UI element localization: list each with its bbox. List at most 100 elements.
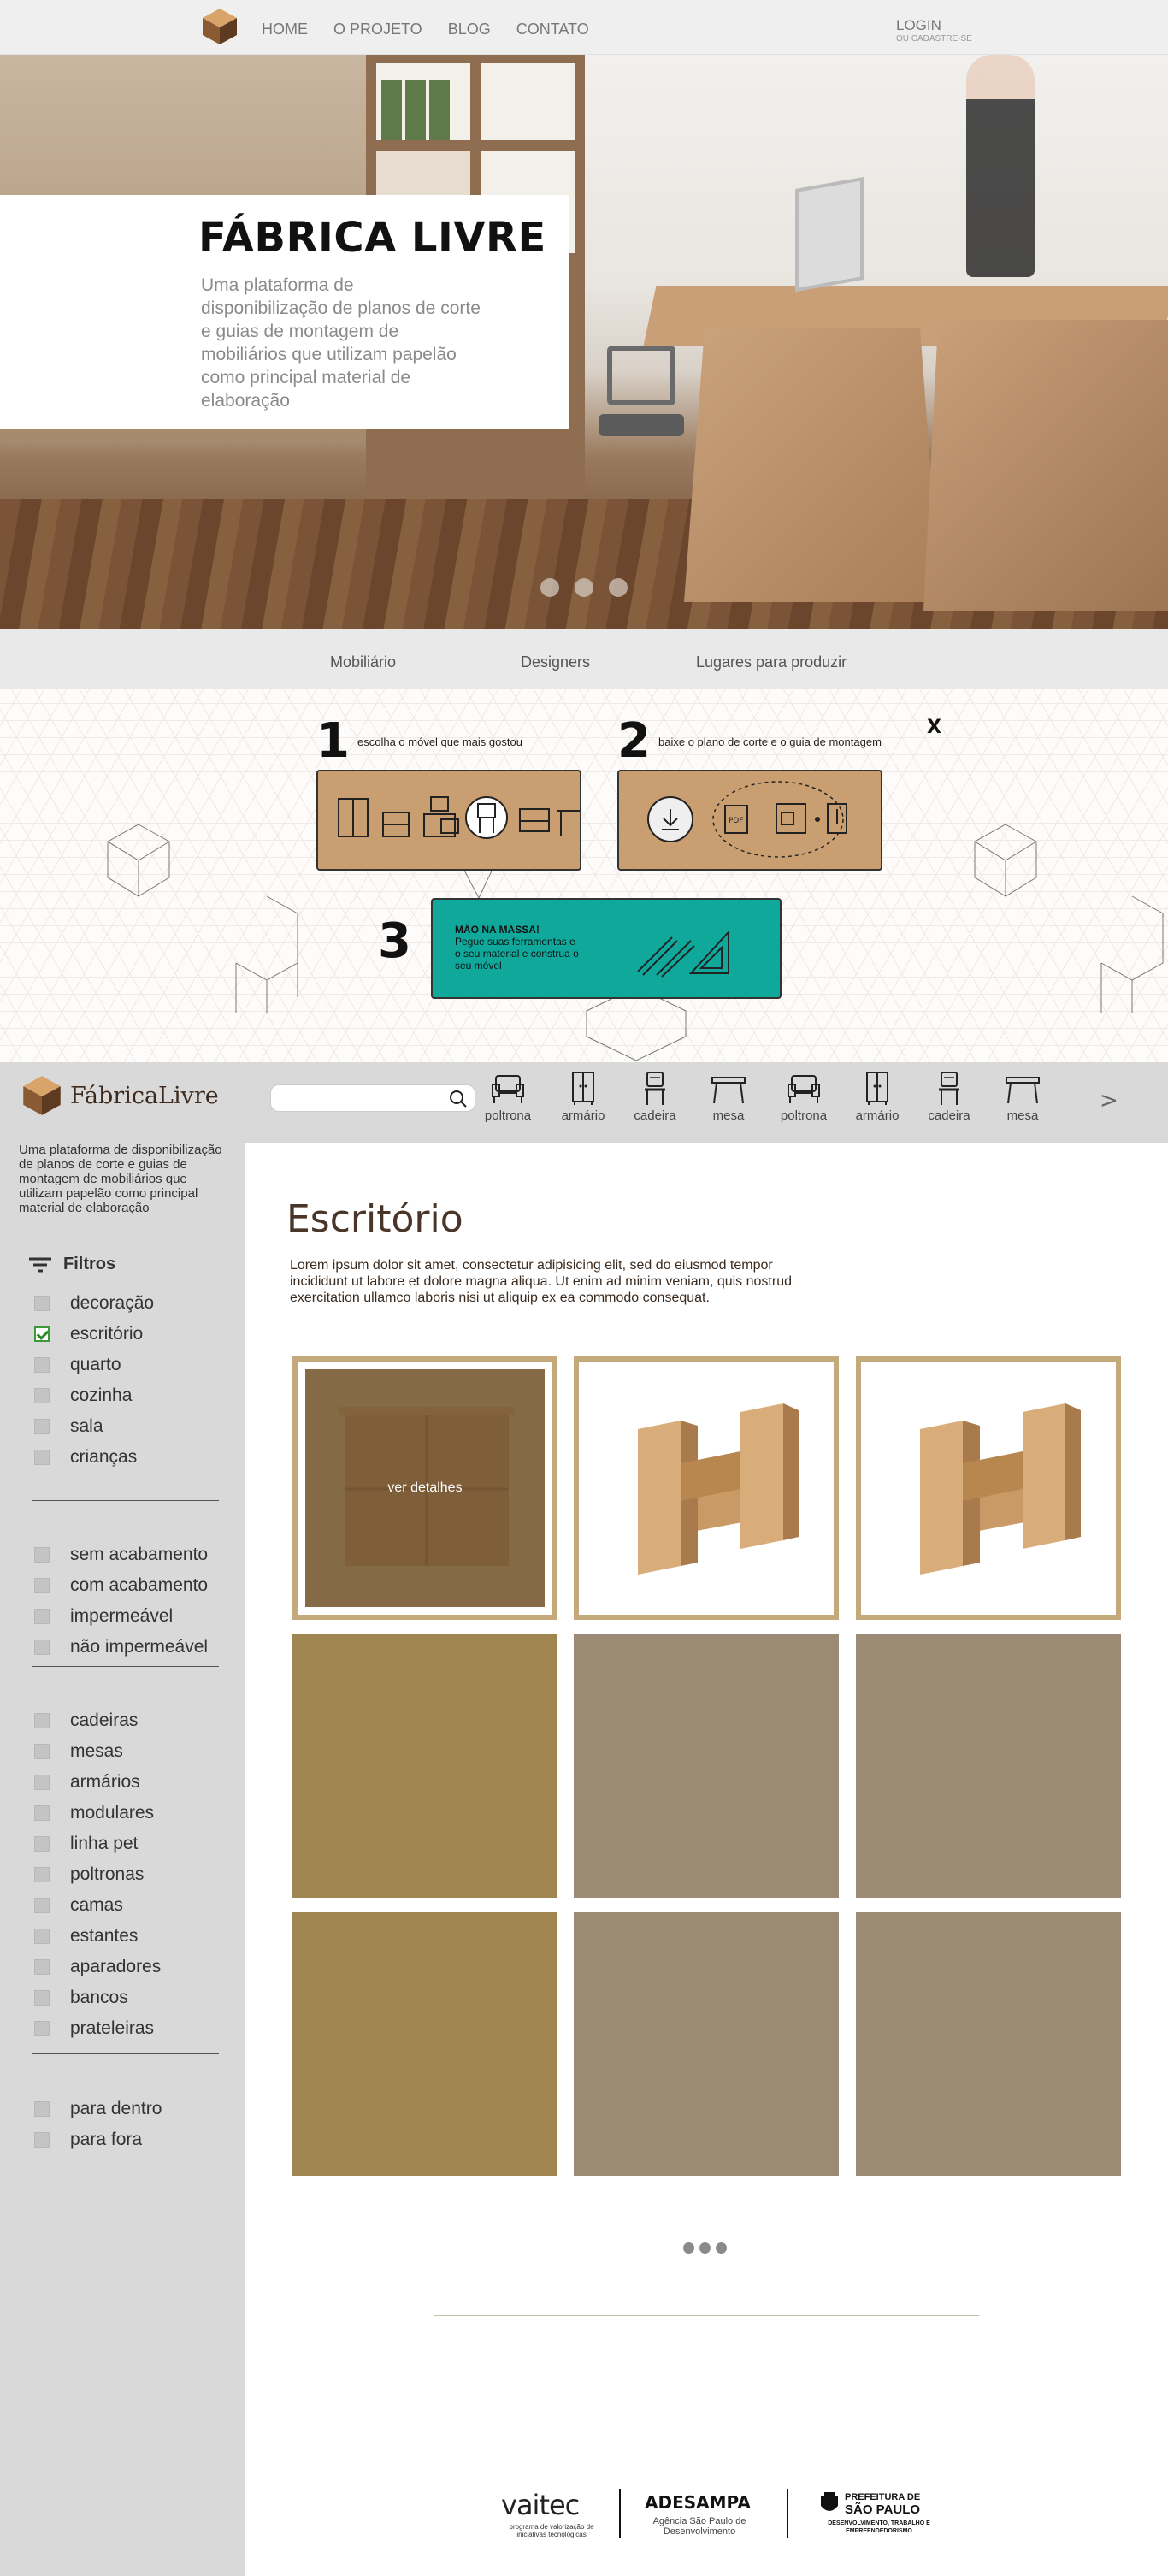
vaitec-logo[interactable]: vaitec [501, 2489, 580, 2521]
filter-checkbox[interactable] [34, 2132, 50, 2148]
category-mobiliario[interactable]: Mobiliário [330, 653, 396, 671]
hero-title: FÁBRICA LIVRE [198, 214, 546, 262]
filter-item[interactable]: decoração [34, 1288, 154, 1319]
register-label[interactable]: OU CADASTRE-SE [896, 34, 972, 44]
filter-label: mesas [70, 1741, 123, 1761]
filter-item[interactable]: para dentro [34, 2094, 162, 2124]
filter-item[interactable]: não impermeável [34, 1632, 208, 1663]
filter-checkbox[interactable] [34, 1959, 50, 1975]
furniture-type-armário[interactable]: armário [847, 1071, 907, 1123]
filter-item[interactable]: modulares [34, 1798, 161, 1829]
filter-checkbox[interactable] [34, 1805, 50, 1821]
filter-item[interactable]: impermeável [34, 1601, 208, 1632]
filter-checkbox[interactable] [34, 1713, 50, 1728]
menu-contato[interactable]: CONTATO [516, 21, 589, 38]
product-tile-placeholder[interactable] [856, 1912, 1121, 2176]
carousel-dot[interactable] [540, 578, 559, 597]
product-tile[interactable] [856, 1356, 1121, 1620]
furniture-type-label: poltrona [484, 1108, 532, 1123]
furniture-type-mesa[interactable]: mesa [699, 1071, 758, 1123]
filter-item[interactable]: sem acabamento [34, 1539, 208, 1570]
filter-checkbox[interactable] [34, 1326, 50, 1342]
filter-checkbox[interactable] [34, 1578, 50, 1593]
next-arrow-icon[interactable]: > [1100, 1088, 1118, 1114]
filter-item[interactable]: aparadores [34, 1952, 161, 1982]
filter-checkbox[interactable] [34, 1450, 50, 1465]
furniture-type-armário[interactable]: armário [553, 1071, 613, 1123]
armchair-product-image [920, 1403, 1081, 1575]
filter-checkbox[interactable] [34, 1990, 50, 2006]
furniture-type-label: mesa [1006, 1108, 1039, 1123]
filter-checkbox[interactable] [34, 1640, 50, 1655]
product-tile[interactable]: ver detalhes [292, 1356, 557, 1620]
hero-subtitle: Uma plataforma de disponibilização de pl… [201, 275, 481, 411]
filter-checkbox[interactable] [34, 1357, 50, 1373]
furniture-type-poltrona[interactable]: poltrona [774, 1071, 834, 1123]
filter-checkbox[interactable] [34, 1867, 50, 1882]
menu-o-projeto[interactable]: O PROJETO [333, 21, 422, 38]
filter-item[interactable]: crianças [34, 1442, 154, 1473]
furniture-type-mesa[interactable]: mesa [993, 1071, 1053, 1123]
prefeitura-logo[interactable]: PREFEITURA DE SÃO PAULO DESENVOLVIMENTO,… [819, 2492, 939, 2534]
filter-item[interactable]: armários [34, 1767, 161, 1798]
filter-item[interactable]: mesas [34, 1736, 161, 1767]
product-tile[interactable] [574, 1356, 839, 1620]
login-label[interactable]: LOGIN [896, 17, 972, 34]
step-2-card: PDF [617, 770, 882, 871]
filter-checkbox[interactable] [34, 1419, 50, 1434]
furniture-type-poltrona[interactable]: poltrona [478, 1071, 538, 1123]
adesampa-logo[interactable]: ADESAMPA [645, 2492, 751, 2513]
filter-item[interactable]: camas [34, 1890, 161, 1921]
filter-checkbox[interactable] [34, 1898, 50, 1913]
filter-item[interactable]: sala [34, 1411, 154, 1442]
search-icon[interactable] [449, 1090, 468, 1108]
filter-item[interactable]: prateleiras [34, 2013, 161, 2044]
filter-item[interactable]: bancos [34, 1982, 161, 2013]
menu-blog[interactable]: BLOG [448, 21, 491, 38]
filter-checkbox[interactable] [34, 1388, 50, 1403]
filters-header[interactable]: Filtros [29, 1255, 115, 1274]
product-tile-placeholder[interactable] [292, 1912, 557, 2176]
filter-checkbox[interactable] [34, 2021, 50, 2036]
filter-item[interactable]: cadeiras [34, 1705, 161, 1736]
filter-item[interactable]: com acabamento [34, 1570, 208, 1601]
product-tile-placeholder[interactable] [856, 1634, 1121, 1898]
filter-checkbox[interactable] [34, 2101, 50, 2117]
filter-checkbox[interactable] [34, 1609, 50, 1624]
furniture-type-cadeira[interactable]: cadeira [919, 1071, 979, 1123]
category-lugares[interactable]: Lugares para produzir [696, 653, 847, 671]
carousel-dot[interactable] [609, 578, 628, 597]
product-tile-placeholder[interactable] [292, 1634, 557, 1898]
page-dot[interactable] [699, 2242, 711, 2254]
filter-item[interactable]: poltronas [34, 1859, 161, 1890]
catalog-brand[interactable]: FábricaLivre [21, 1074, 219, 1117]
filter-item[interactable]: para fora [34, 2124, 162, 2155]
filter-item[interactable]: linha pet [34, 1829, 161, 1859]
filter-item[interactable]: cozinha [34, 1380, 154, 1411]
filter-checkbox[interactable] [34, 1836, 50, 1852]
furniture-type-cadeira[interactable]: cadeira [625, 1071, 685, 1123]
filter-checkbox[interactable] [34, 1547, 50, 1563]
filter-label: armários [70, 1772, 140, 1792]
details-label[interactable]: ver detalhes [387, 1480, 462, 1496]
page-dot[interactable] [716, 2242, 727, 2254]
filter-item[interactable]: escritório [34, 1319, 154, 1350]
product-tile-placeholder[interactable] [574, 1634, 839, 1898]
filter-checkbox[interactable] [34, 1929, 50, 1944]
logo-cube-icon[interactable] [200, 7, 239, 46]
page-dot[interactable] [683, 2242, 694, 2254]
menu-home[interactable]: HOME [262, 21, 308, 38]
product-tile-placeholder[interactable] [574, 1912, 839, 2176]
filter-checkbox[interactable] [34, 1296, 50, 1311]
login-link[interactable]: LOGIN OU CADASTRE-SE [896, 17, 972, 44]
carousel-dot[interactable] [575, 578, 593, 597]
filter-checkbox[interactable] [34, 1744, 50, 1759]
filter-checkbox[interactable] [34, 1775, 50, 1790]
filter-item[interactable]: quarto [34, 1350, 154, 1380]
carousel-dots [540, 578, 628, 597]
search-input[interactable] [280, 1090, 442, 1108]
filter-item[interactable]: estantes [34, 1921, 161, 1952]
close-button[interactable]: X [927, 717, 941, 738]
category-designers[interactable]: Designers [521, 653, 590, 671]
tile-hover-overlay[interactable]: ver detalhes [305, 1369, 545, 1607]
